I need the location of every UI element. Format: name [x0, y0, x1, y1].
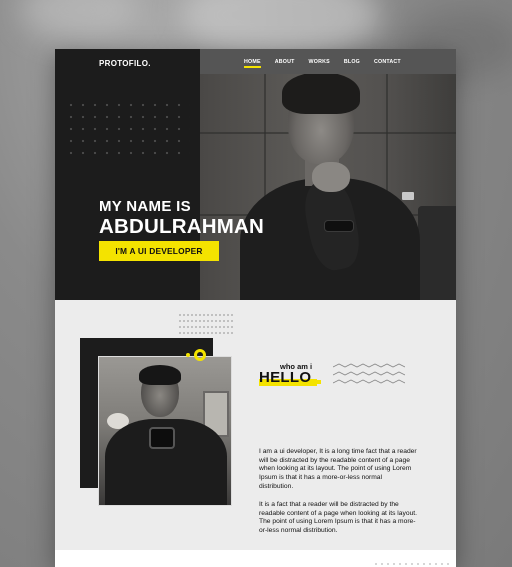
about-section: who am i HELLO I am a ui developer, It i…	[55, 300, 456, 550]
dot-pattern	[65, 99, 190, 159]
dot-pattern-small	[178, 312, 234, 336]
hero-left-panel	[55, 49, 200, 300]
hero-portrait-photo	[200, 74, 456, 300]
accent-dot	[186, 353, 190, 357]
about-paragraph-2: It is a fact that a reader will be distr…	[259, 501, 418, 535]
zigzag-decoration	[333, 363, 405, 384]
role-badge: I'M A UI DEVELOPER	[99, 241, 219, 261]
portfolio-page: PROTOFILO. HOME ABOUT WORKS BLOG CONTACT	[55, 49, 456, 567]
nav-item-works[interactable]: WORKS	[309, 59, 330, 65]
hero-name: ABDULRAHMAN	[99, 215, 265, 238]
camera-icon	[149, 427, 175, 449]
hero-section: PROTOFILO. HOME ABOUT WORKS BLOG CONTACT	[55, 49, 456, 300]
main-nav: HOME ABOUT WORKS BLOG CONTACT	[200, 49, 456, 74]
nav-item-about[interactable]: ABOUT	[275, 59, 295, 65]
nav-item-home[interactable]: HOME	[244, 59, 261, 68]
about-heading: HELLO	[259, 369, 312, 386]
hero-intro: MY NAME IS	[99, 198, 191, 215]
nav-item-blog[interactable]: BLOG	[344, 59, 360, 65]
dot-pattern-footer	[373, 561, 453, 567]
background-blur	[20, 0, 140, 40]
about-paragraph-1: I am a ui developer, It is a long time f…	[259, 448, 417, 490]
brand-logo[interactable]: PROTOFILO.	[99, 59, 151, 68]
accent-ring	[194, 349, 206, 361]
about-portrait-photo	[98, 356, 232, 506]
heading-dot	[317, 380, 321, 384]
nav-item-contact[interactable]: CONTACT	[374, 59, 401, 65]
hero-heading: MY NAME IS ABDULRAHMAN	[99, 199, 264, 238]
